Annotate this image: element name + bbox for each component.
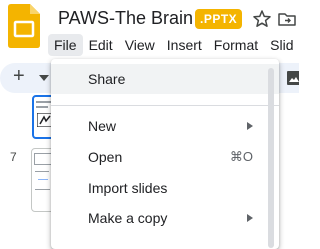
document-title[interactable]: PAWS-The Brain	[58, 8, 193, 29]
menu-item-label: New	[88, 118, 117, 134]
menu-scrollbar[interactable]	[268, 68, 274, 248]
menu-insert[interactable]: Insert	[161, 34, 208, 56]
menu-slide[interactable]: Slid	[264, 34, 299, 56]
menu-item-label: Open	[88, 149, 123, 165]
chevron-down-icon[interactable]	[39, 75, 49, 81]
file-menu-dropdown: Share New Open ⌘O Import slides Make a c…	[51, 59, 279, 249]
slide-number: 7	[10, 150, 17, 164]
menu-item-label: Make a copy	[88, 210, 168, 226]
menu-view[interactable]: View	[119, 34, 161, 56]
menu-file[interactable]: File	[48, 34, 83, 56]
file-extension-badge: .PPTX	[195, 9, 243, 29]
menu-item-new[interactable]: New	[51, 111, 279, 141]
menu-item-open[interactable]: Open ⌘O	[51, 142, 279, 172]
menu-item-label: Share	[88, 71, 126, 87]
keyboard-shortcut: ⌘O	[229, 149, 253, 164]
star-icon[interactable]	[252, 9, 272, 29]
google-slides-icon[interactable]	[8, 4, 40, 48]
menu-bar: File Edit View Insert Format Slid	[48, 31, 300, 59]
new-slide-button[interactable]: +	[13, 65, 25, 88]
move-to-folder-icon[interactable]	[277, 9, 297, 29]
menu-item-label: Import slides	[88, 180, 168, 196]
menu-divider	[51, 105, 279, 106]
image-icon[interactable]	[287, 70, 299, 86]
menu-item-make-a-copy[interactable]: Make a copy	[51, 203, 279, 233]
submenu-arrow-icon	[247, 214, 253, 222]
menu-edit[interactable]: Edit	[83, 34, 119, 56]
menu-format[interactable]: Format	[208, 34, 264, 56]
menu-item-share[interactable]: Share	[51, 64, 279, 94]
submenu-arrow-icon	[247, 122, 253, 130]
menu-item-import-slides[interactable]: Import slides	[51, 173, 279, 203]
